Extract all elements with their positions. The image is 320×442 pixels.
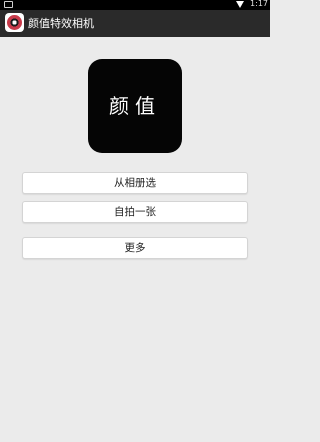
choose-from-album-button[interactable]: 从相册选: [22, 172, 248, 194]
app-logo: 颜值: [88, 59, 182, 153]
app-title: 颜值特效相机: [28, 17, 94, 30]
app-camera-icon[interactable]: [5, 13, 24, 32]
status-time: 1:17: [250, 0, 268, 8]
camera-lens-icon: [7, 15, 22, 30]
notification-icon: [4, 1, 13, 8]
status-bar: 1:17: [0, 0, 270, 10]
action-bar: 颜值特效相机: [0, 10, 270, 37]
more-button[interactable]: 更多: [22, 237, 248, 259]
logo-text: 颜值: [109, 94, 161, 118]
take-selfie-button[interactable]: 自拍一张: [22, 201, 248, 223]
wifi-icon: [236, 1, 244, 8]
